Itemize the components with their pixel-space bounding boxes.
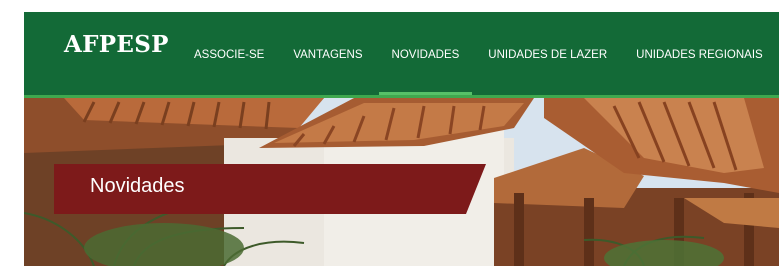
nav-item-unidades-de-lazer[interactable]: UNIDADES DE LAZER	[488, 12, 607, 98]
hero-banner: Novidades	[24, 98, 779, 266]
site-header: AFPESP ASSOCIE-SE VANTAGENS NOVIDADES UN…	[24, 12, 779, 98]
main-nav: ASSOCIE-SE VANTAGENS NOVIDADES UNIDADES …	[194, 12, 779, 98]
page-title-banner: Novidades	[54, 164, 486, 214]
nav-item-associe-se[interactable]: ASSOCIE-SE	[194, 12, 264, 98]
afpesp-logo[interactable]: AFPESP	[64, 31, 169, 58]
nav-item-vantagens[interactable]: VANTAGENS	[293, 12, 362, 98]
page: AFPESP ASSOCIE-SE VANTAGENS NOVIDADES UN…	[0, 0, 779, 266]
nav-item-novidades[interactable]: NOVIDADES	[378, 12, 472, 98]
nav-item-unidades-regionais[interactable]: UNIDADES REGIONAIS	[636, 12, 763, 98]
page-title: Novidades	[90, 175, 185, 197]
